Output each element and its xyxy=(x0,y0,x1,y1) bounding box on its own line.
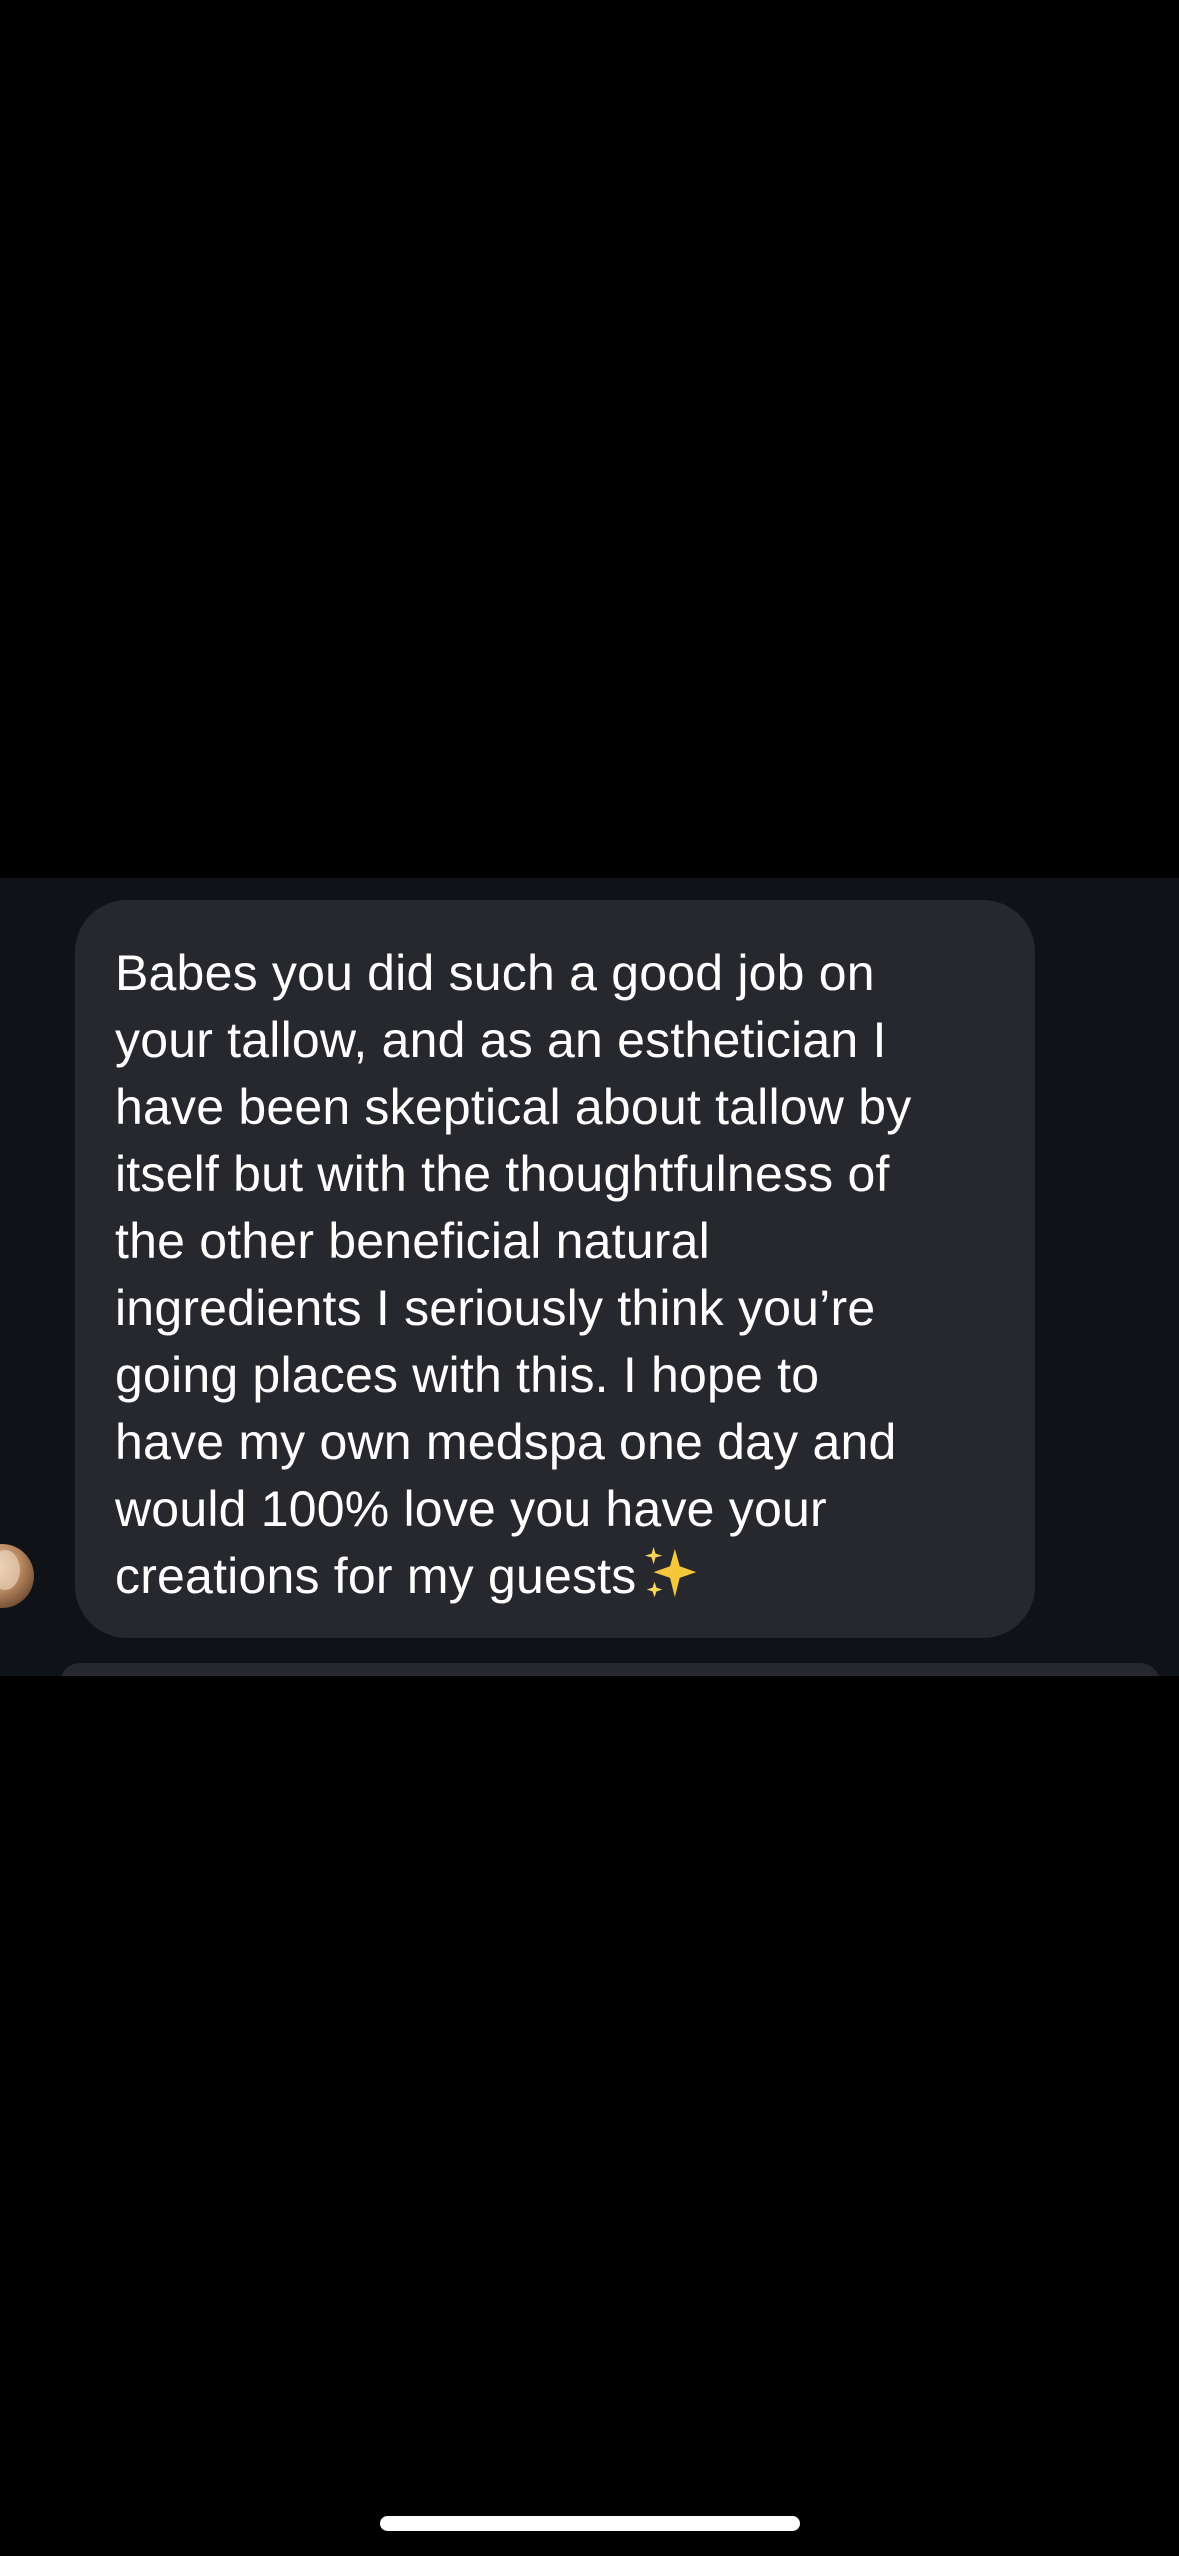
message-text: Babes you did such a good job on your ta… xyxy=(115,945,912,1604)
message-bubble[interactable]: Babes you did such a good job on your ta… xyxy=(75,900,1035,1638)
home-indicator[interactable] xyxy=(380,2516,800,2531)
next-message-bubble[interactable] xyxy=(60,1663,1160,1676)
message-text-container: Babes you did such a good job on your ta… xyxy=(115,940,999,1610)
sparkles-icon xyxy=(645,1546,697,1598)
screen: Babes you did such a good job on your ta… xyxy=(0,0,1179,2556)
message-thread: Babes you did such a good job on your ta… xyxy=(0,878,1179,1676)
sender-avatar[interactable] xyxy=(0,1544,34,1608)
